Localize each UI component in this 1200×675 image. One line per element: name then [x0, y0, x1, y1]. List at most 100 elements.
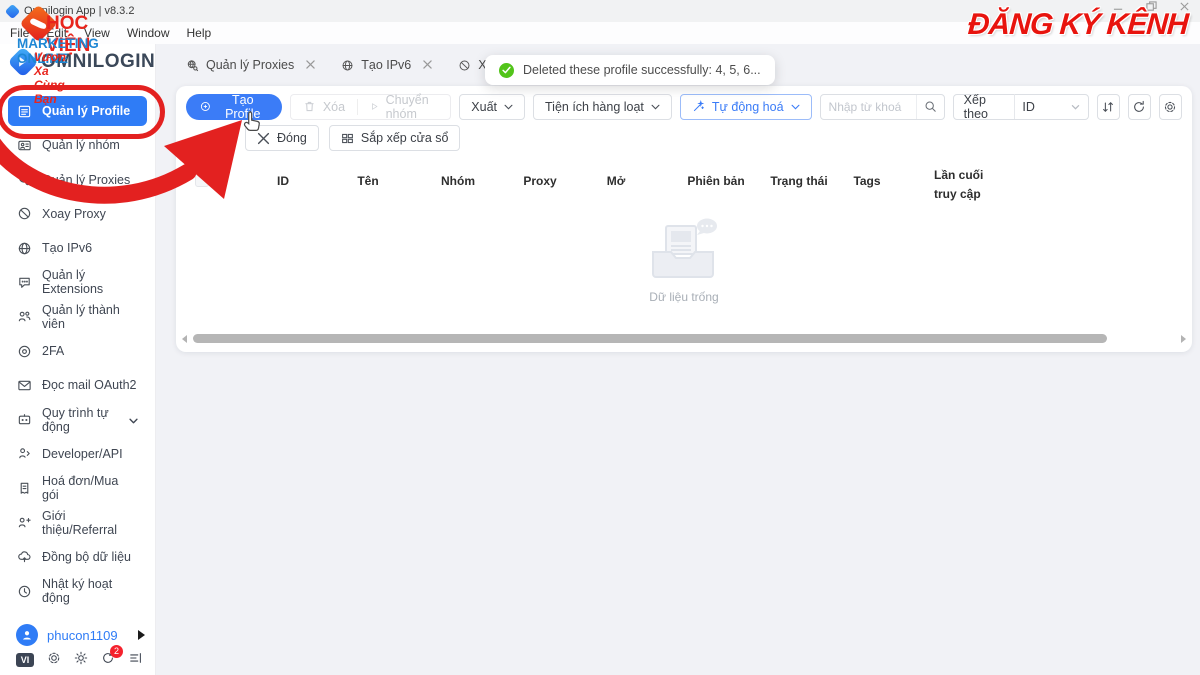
avatar — [16, 624, 38, 646]
sort-arrows-icon — [1103, 101, 1114, 112]
slash-circle-icon — [459, 60, 470, 70]
sort-by-label: Xếp theo — [963, 92, 988, 121]
window-controls — [1113, 1, 1190, 15]
chevron-down-icon — [129, 413, 138, 427]
gear-icon — [1165, 101, 1176, 112]
main-area: Quản lý Proxies Tạo IPv6 Xoay P Tạo Prof… — [156, 44, 1200, 675]
expand-account-icon[interactable] — [138, 630, 145, 640]
horizontal-scrollbar[interactable] — [182, 332, 1186, 345]
sidebar-item-ipv6[interactable]: Tạo IPv6 — [8, 233, 147, 263]
sort-order-button[interactable] — [1096, 93, 1120, 120]
export-dropdown[interactable]: Xuất — [459, 93, 525, 120]
col-tags: Tags — [853, 174, 881, 188]
trash-icon — [305, 101, 314, 112]
select-all-checkbox[interactable] — [195, 173, 209, 187]
language-badge[interactable]: VI — [16, 653, 34, 667]
table-settings-button[interactable] — [1158, 93, 1182, 120]
col-name: Tên — [357, 174, 379, 188]
close-profiles-button[interactable]: Đóng — [245, 125, 319, 151]
sidebar-item-developer-api[interactable]: Developer/API — [8, 439, 147, 469]
empty-state-label: Dữ liệu trống — [649, 290, 719, 304]
empty-box-icon — [652, 218, 717, 278]
close-icon[interactable] — [1179, 1, 1190, 15]
receipt-icon — [20, 482, 29, 494]
id-card-icon — [18, 140, 31, 151]
sidebar-footer: VI 2 — [16, 644, 143, 670]
user-account[interactable]: phucon1109 — [16, 622, 145, 648]
menu-edit[interactable]: Edit — [46, 26, 67, 40]
sidebar-item-billing[interactable]: Hoá đơn/Mua gói — [8, 473, 147, 503]
update-refresh-icon[interactable]: 2 — [101, 644, 123, 670]
success-check-icon — [499, 62, 514, 78]
sidebar-item-extensions[interactable]: Quản lý Extensions — [8, 267, 147, 297]
empty-state: Dữ liệu trống — [176, 218, 1192, 304]
omnilogin-logo-text: OMNILOGIN — [41, 51, 156, 72]
magic-wand-icon — [693, 100, 705, 112]
sidebar-item-groups[interactable]: Quản lý nhóm — [8, 130, 147, 160]
target-icon — [18, 345, 31, 357]
robot-icon — [18, 414, 31, 425]
developer-icon — [19, 448, 30, 459]
sidebar-item-proxies[interactable]: Quản lý Proxies — [8, 165, 147, 195]
sidebar-item-sync[interactable]: Đồng bộ dữ liệu — [8, 542, 147, 572]
sidebar-item-referral[interactable]: Giới thiệu/Referral — [8, 508, 147, 538]
tab-ipv6[interactable]: Tạo IPv6 — [341, 58, 432, 72]
chevron-down-icon — [504, 104, 513, 110]
profile-card-icon — [18, 105, 31, 117]
sidebar-item-profile[interactable]: Quản lý Profile — [8, 96, 147, 126]
window-title: Omnilogin App | v8.3.2 — [24, 5, 135, 17]
scroll-left-icon[interactable] — [182, 334, 187, 343]
sidebar-item-2fa[interactable]: 2FA — [8, 336, 147, 366]
refresh-button[interactable] — [1127, 93, 1151, 120]
sidebar-item-members[interactable]: Quản lý thành viên — [8, 302, 147, 332]
tab-proxies[interactable]: Quản lý Proxies — [186, 58, 315, 72]
close-tab-icon[interactable] — [418, 58, 432, 72]
sidebar-item-mail-oauth[interactable]: Đọc mail OAuth2 — [8, 370, 147, 400]
menu-file[interactable]: File — [10, 26, 29, 40]
globe-icon — [342, 60, 353, 70]
users-icon — [18, 311, 31, 322]
sidebar-item-automation[interactable]: Quy trình tự động — [8, 405, 147, 435]
sidebar-item-rotate-proxy[interactable]: Xoay Proxy — [8, 199, 147, 229]
move-group-button[interactable]: Chuyển nhóm — [358, 93, 450, 121]
collapse-sidebar-icon[interactable] — [129, 651, 143, 670]
chevron-down-icon — [651, 104, 660, 110]
titlebar: Omnilogin App | v8.3.2 — [0, 0, 1200, 22]
automation-dropdown[interactable]: Tự động hoá — [679, 93, 812, 120]
col-proxy: Proxy — [523, 174, 557, 188]
send-icon — [371, 103, 378, 110]
bulk-tools-dropdown[interactable]: Tiện ích hàng loạt — [533, 93, 672, 120]
app-icon — [4, 3, 21, 19]
theme-sun-icon[interactable] — [74, 651, 88, 670]
settings-gear-icon[interactable] — [47, 651, 61, 670]
close-tab-icon[interactable] — [301, 58, 315, 72]
mail-icon — [18, 380, 31, 391]
close-x-icon — [257, 132, 270, 144]
col-group: Nhóm — [441, 174, 475, 188]
scrollbar-thumb[interactable] — [193, 334, 1107, 343]
search-box — [819, 93, 945, 120]
restore-icon[interactable] — [1146, 1, 1157, 15]
chevron-down-icon — [791, 104, 800, 110]
notification-badge: 2 — [110, 644, 123, 658]
scroll-right-icon[interactable] — [1181, 334, 1186, 343]
arrange-windows-button[interactable]: Sắp xếp cửa sổ — [328, 125, 461, 151]
globe-search-icon — [187, 59, 199, 71]
extensions-icon — [19, 277, 30, 288]
menu-window[interactable]: Window — [127, 26, 170, 40]
col-open: Mở — [606, 174, 626, 188]
search-input[interactable] — [820, 99, 916, 114]
username: phucon1109 — [47, 627, 118, 643]
menu-view[interactable]: View — [84, 26, 110, 40]
sidebar-nav: Quản lý Profile Quản lý nhóm Quản lý Pro… — [8, 96, 147, 606]
window-grid-icon — [341, 133, 353, 143]
create-profile-button[interactable]: Tạo Profile — [186, 93, 282, 121]
toast-message: Deleted these profile successfully: 4, 5… — [523, 63, 761, 77]
sidebar-item-activity-log[interactable]: Nhật ký hoạt động — [8, 576, 147, 606]
search-button[interactable] — [915, 94, 944, 119]
minimize-icon[interactable] — [1113, 1, 1124, 15]
delete-button[interactable]: Xóa — [291, 100, 357, 114]
col-version: Phiên bản — [687, 174, 745, 188]
menu-help[interactable]: Help — [187, 26, 212, 40]
sort-field-select[interactable]: ID — [1014, 100, 1087, 114]
